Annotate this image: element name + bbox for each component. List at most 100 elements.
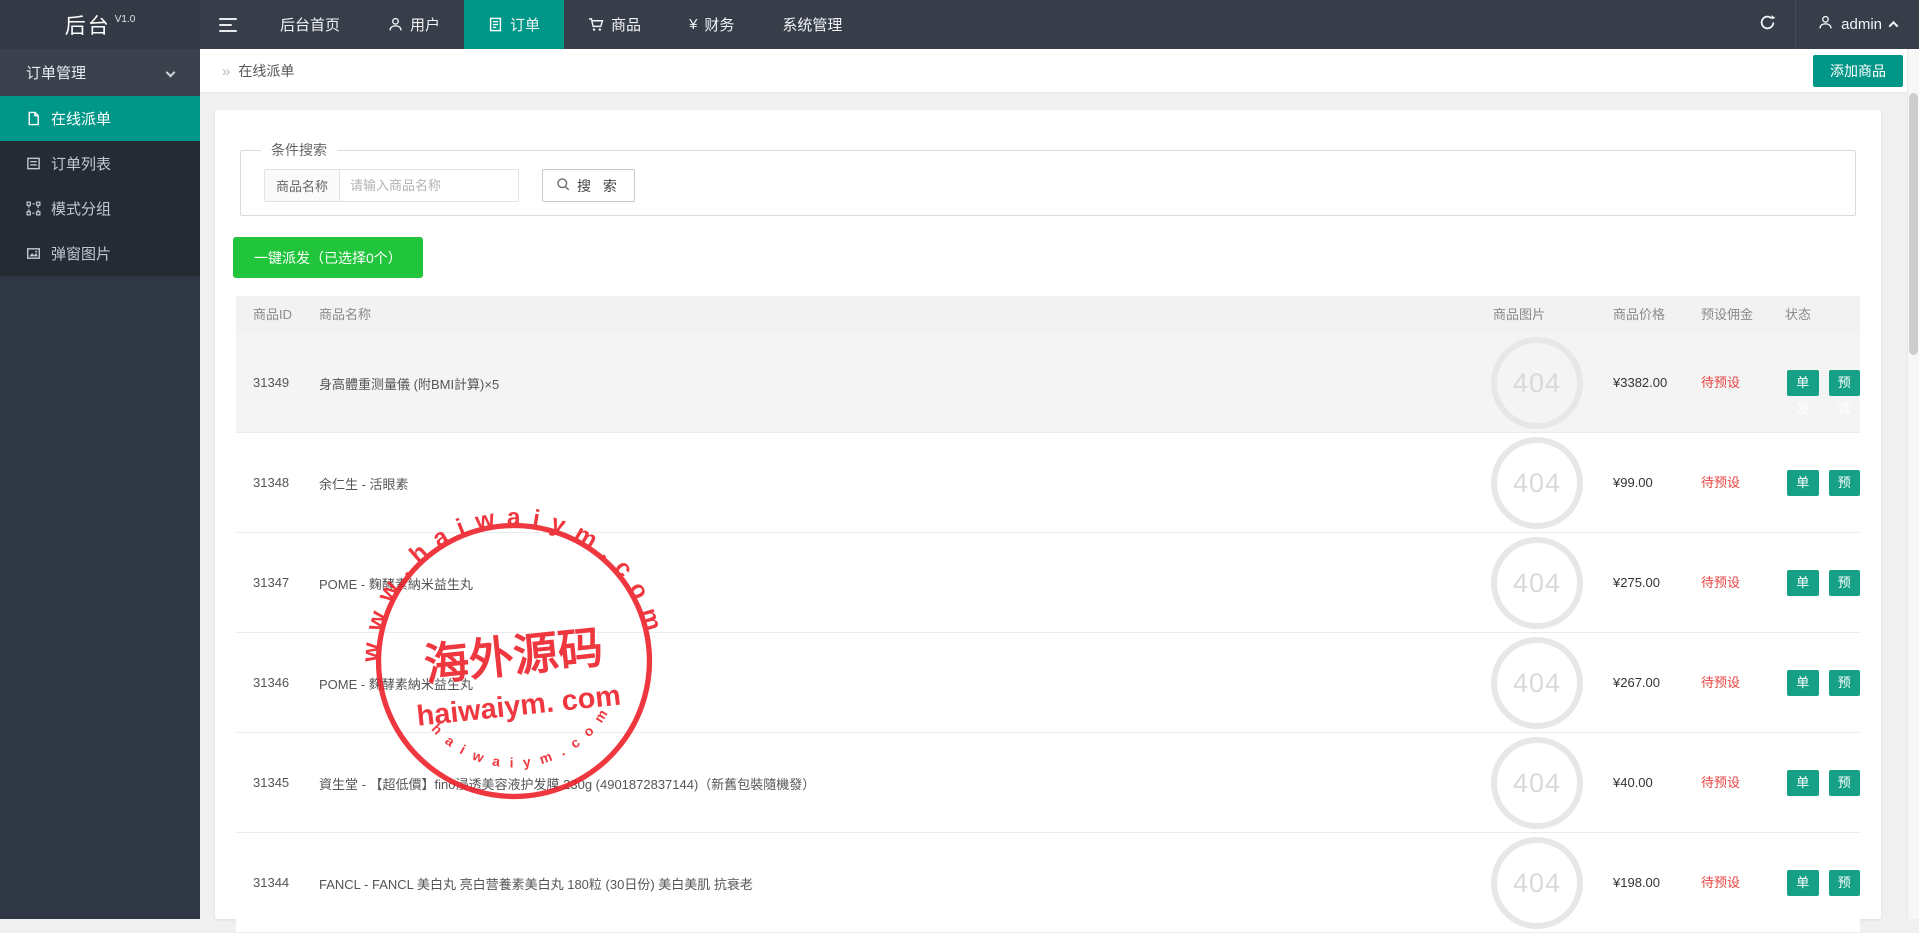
nav-item-system[interactable]: 系统管理 xyxy=(758,0,866,49)
menu-toggle-button[interactable] xyxy=(200,0,256,49)
product-price: ¥3382.00 xyxy=(1613,333,1667,433)
refresh-icon xyxy=(1759,14,1776,36)
table-row: 31344 FANCL - FANCL 美白丸 亮白营養素美白丸 180粒 (3… xyxy=(236,833,1860,933)
list-icon xyxy=(26,156,41,171)
order-icon xyxy=(488,17,503,32)
product-name: 余仁生 - 活眼素 xyxy=(319,433,409,533)
single-dispatch-button[interactable]: 单发 xyxy=(1787,570,1819,596)
single-dispatch-button[interactable]: 单发 xyxy=(1787,770,1819,796)
sidebar: 订单管理 在线派单 订单列表 模式分组 弹窗图片 xyxy=(0,49,200,919)
preselect-button[interactable]: 预选 xyxy=(1829,870,1861,896)
single-dispatch-button[interactable]: 单发 xyxy=(1787,470,1819,496)
breadcrumb-current: 在线派单 xyxy=(238,61,294,81)
product-id: 31349 xyxy=(253,333,289,433)
user-icon xyxy=(388,17,403,32)
product-name-label: 商品名称 xyxy=(264,169,339,202)
sidebar-item-label: 在线派单 xyxy=(51,108,111,129)
col-header-price: 商品价格 xyxy=(1613,296,1665,333)
refresh-button[interactable] xyxy=(1739,0,1795,49)
hamburger-icon xyxy=(219,18,237,32)
image-icon xyxy=(26,246,41,261)
nav-label: 用户 xyxy=(410,14,440,35)
nav-item-users[interactable]: 用户 xyxy=(364,0,464,49)
row-actions: 单发 预选 xyxy=(1787,770,1860,796)
table-row: 31348 余仁生 - 活眼素 404 ¥99.00 待预设 单发 预选 xyxy=(236,433,1860,533)
commission-status: 待预设 xyxy=(1701,733,1740,833)
add-product-button[interactable]: 添加商品 xyxy=(1813,55,1903,87)
preselect-button[interactable]: 预选 xyxy=(1829,670,1861,696)
sidebar-menu: 在线派单 订单列表 模式分组 弹窗图片 xyxy=(0,96,200,276)
nav-item-finance[interactable]: ¥ 财务 xyxy=(665,0,758,49)
user-menu[interactable]: admin xyxy=(1796,0,1919,49)
nav-label: 商品 xyxy=(611,14,641,35)
row-actions: 单发 预选 xyxy=(1787,570,1860,596)
nav-label: 后台首页 xyxy=(280,14,340,35)
sidebar-item-mode-groups[interactable]: 模式分组 xyxy=(0,186,200,231)
sidebar-item-popup-images[interactable]: 弹窗图片 xyxy=(0,231,200,276)
search-button[interactable]: 搜 索 xyxy=(542,169,635,202)
col-header-commission: 预设佣金 xyxy=(1701,296,1753,333)
single-dispatch-button[interactable]: 单发 xyxy=(1787,670,1819,696)
row-actions: 单发 预选 xyxy=(1787,670,1860,696)
file-icon xyxy=(26,111,41,126)
preselect-button[interactable]: 预选 xyxy=(1829,470,1861,496)
sidebar-item-label: 弹窗图片 xyxy=(51,243,111,264)
nav-item-orders[interactable]: 订单 xyxy=(464,0,564,49)
product-name: POME - 麴酵素納米益生丸 xyxy=(319,533,473,633)
scrollbar-thumb[interactable] xyxy=(1909,93,1918,355)
product-id: 31348 xyxy=(253,433,289,533)
batch-dispatch-button[interactable]: 一键派发（已选择0个） xyxy=(233,237,423,278)
product-price: ¥198.00 xyxy=(1613,833,1660,933)
search-panel: 条件搜索 商品名称 搜 索 xyxy=(240,140,1856,216)
product-id: 31347 xyxy=(253,533,289,633)
product-image-placeholder: 404 xyxy=(1491,337,1583,429)
single-dispatch-button[interactable]: 单发 xyxy=(1787,370,1819,396)
preselect-button[interactable]: 预选 xyxy=(1829,370,1861,396)
cart-icon xyxy=(588,17,604,32)
breadcrumb: » 在线派单 xyxy=(222,49,294,93)
user-icon xyxy=(1818,15,1833,34)
table-row: 31346 POME - 麴酵素納米益生丸 404 ¥267.00 待预设 单发… xyxy=(236,633,1860,733)
nav-item-products[interactable]: 商品 xyxy=(564,0,665,49)
sidebar-group-orders[interactable]: 订单管理 xyxy=(0,49,200,96)
product-image-placeholder: 404 xyxy=(1491,837,1583,929)
nav-item-home[interactable]: 后台首页 xyxy=(256,0,364,49)
product-price: ¥267.00 xyxy=(1613,633,1660,733)
table-header: 商品ID 商品名称 商品图片 商品价格 预设佣金 状态 xyxy=(236,296,1860,333)
vertical-scrollbar[interactable] xyxy=(1907,49,1919,919)
row-actions: 单发 预选 xyxy=(1787,470,1860,496)
top-bar: 后台 V1.0 后台首页 用户 订单 商品 ¥ 财务 系统管理 xyxy=(0,0,1919,49)
commission-status: 待预设 xyxy=(1701,333,1740,433)
product-name: FANCL - FANCL 美白丸 亮白营養素美白丸 180粒 (30日份) 美… xyxy=(319,833,753,933)
product-name: 身高體重测量儀 (附BMI計算)×5 xyxy=(319,333,499,433)
preselect-button[interactable]: 预选 xyxy=(1829,770,1861,796)
table-row: 31347 POME - 麴酵素納米益生丸 404 ¥275.00 待预设 单发… xyxy=(236,533,1860,633)
sidebar-item-order-list[interactable]: 订单列表 xyxy=(0,141,200,186)
product-price: ¥40.00 xyxy=(1613,733,1653,833)
product-image-placeholder: 404 xyxy=(1491,437,1583,529)
main-content: 条件搜索 商品名称 搜 索 一键派发（已选择0个） 商品ID 商品名称 商品图片… xyxy=(200,93,1907,919)
search-row: 商品名称 搜 索 xyxy=(264,169,635,202)
col-header-image: 商品图片 xyxy=(1493,296,1545,333)
commission-status: 待预设 xyxy=(1701,533,1740,633)
col-header-name: 商品名称 xyxy=(319,296,371,333)
sidebar-item-online-dispatch[interactable]: 在线派单 xyxy=(0,96,200,141)
topbar-right: admin xyxy=(1739,0,1919,49)
row-actions: 单发 预选 xyxy=(1787,870,1860,896)
chevron-up-icon xyxy=(1889,21,1899,31)
product-name: 資生堂 - 【超低價】fino浸透美容液护发膜 230g (4901872837… xyxy=(319,733,815,833)
app-logo: 后台 V1.0 xyxy=(0,0,200,49)
product-image-placeholder: 404 xyxy=(1491,537,1583,629)
nav-label: 订单 xyxy=(510,14,540,35)
search-icon xyxy=(556,177,571,195)
sidebar-item-label: 订单列表 xyxy=(51,153,111,174)
preselect-button[interactable]: 预选 xyxy=(1829,570,1861,596)
single-dispatch-button[interactable]: 单发 xyxy=(1787,870,1819,896)
row-actions: 单发 预选 xyxy=(1787,370,1860,396)
breadcrumb-separator: » xyxy=(222,63,230,80)
username: admin xyxy=(1841,16,1882,33)
product-id: 31344 xyxy=(253,833,289,933)
table-row: 31345 資生堂 - 【超低價】fino浸透美容液护发膜 230g (4901… xyxy=(236,733,1860,833)
product-price: ¥99.00 xyxy=(1613,433,1653,533)
product-name-input[interactable] xyxy=(339,169,519,202)
